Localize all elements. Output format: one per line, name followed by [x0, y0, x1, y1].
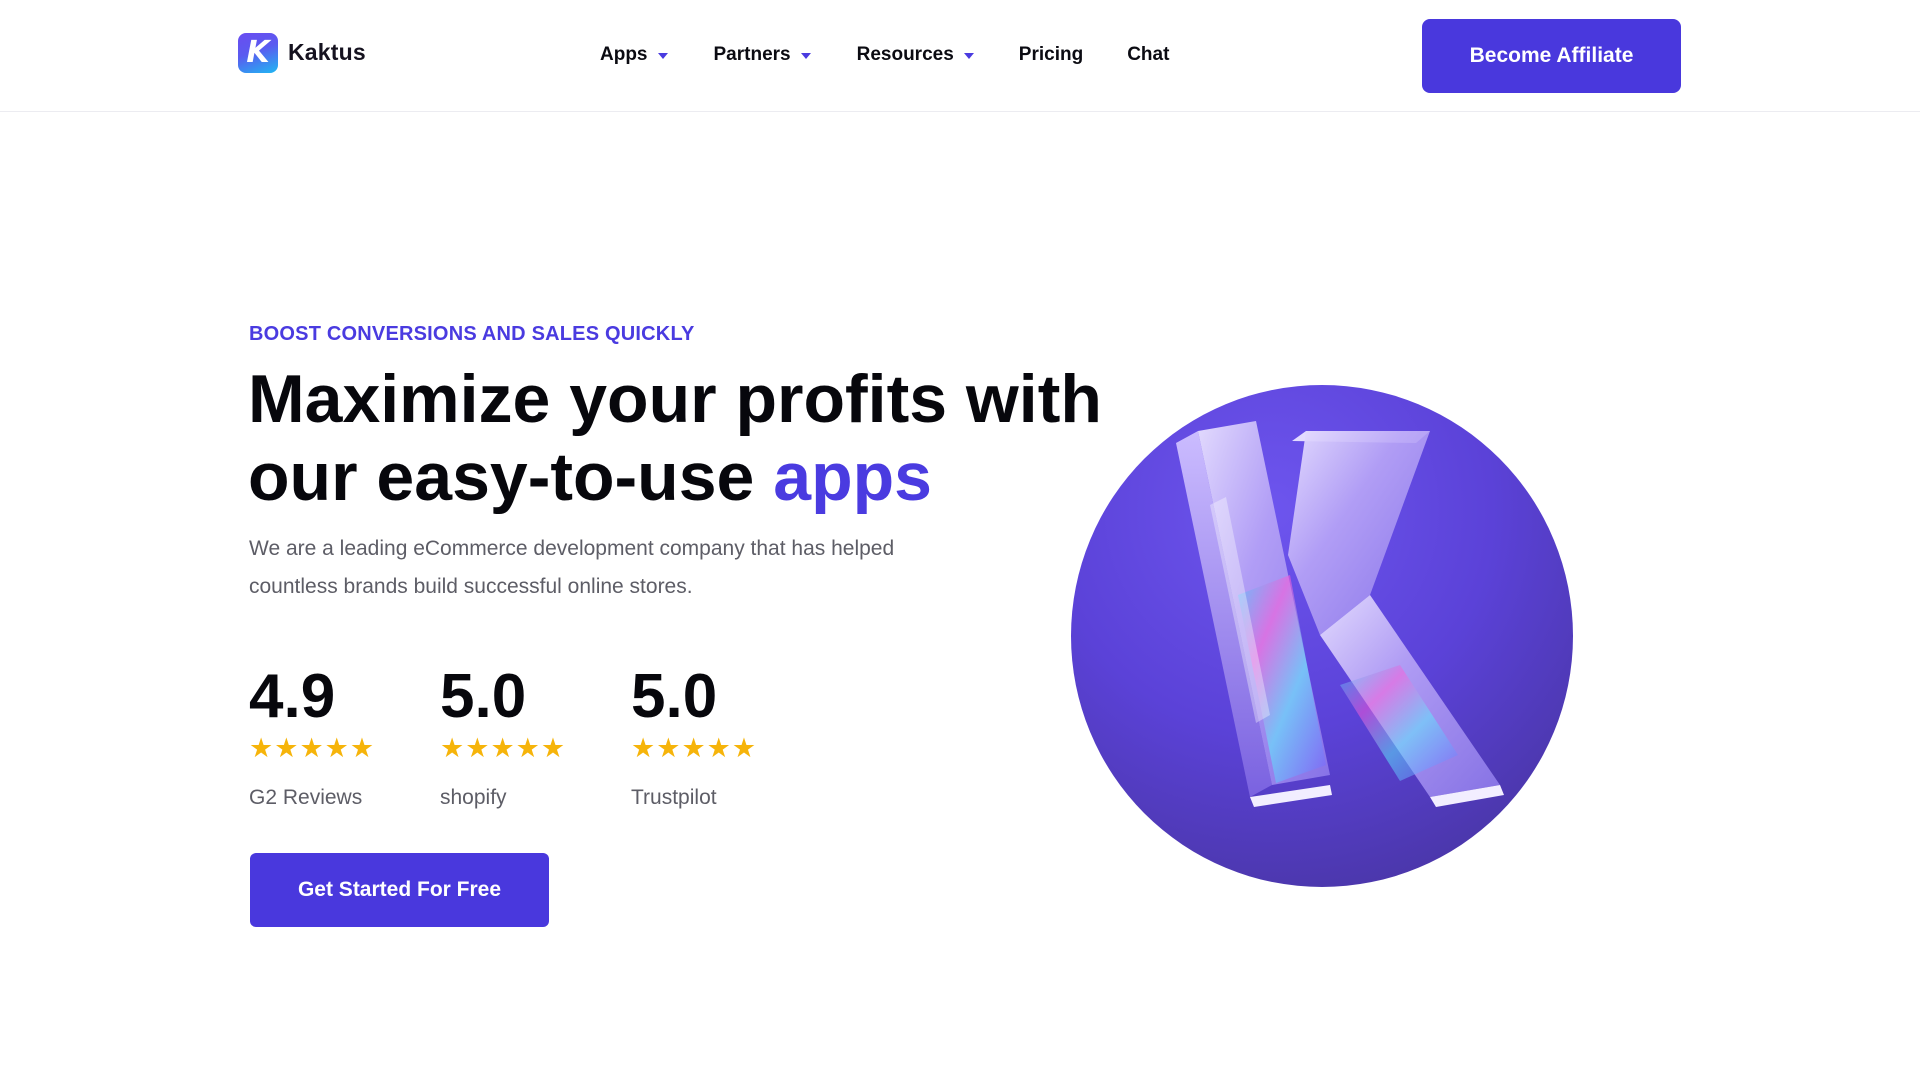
star-icon: ★ [490, 733, 515, 764]
logo-letter: K [246, 34, 270, 70]
caret-down-icon [963, 53, 974, 59]
star-icon: ★ [681, 733, 706, 764]
nav-item-label: Chat [1127, 44, 1170, 65]
rating-stars: ★ ★ ★ ★ ★ [631, 734, 822, 764]
nav-item-chat[interactable]: Chat [1127, 44, 1169, 66]
star-icon: ★ [540, 733, 566, 764]
nav-item-label: Resources [856, 44, 954, 65]
star-icon: ★ [656, 733, 681, 764]
nav-item-apps[interactable]: Apps [600, 44, 668, 66]
site-header: K Kaktus Apps Partners Resources Pricing… [0, 0, 1920, 112]
rating-g2: 4.9 ★ ★ ★ ★ ★ G2 Reviews [249, 662, 440, 810]
rating-trustpilot: 5.0 ★ ★ ★ ★ ★ Trustpilot [631, 662, 822, 810]
star-icon: ★ [349, 733, 375, 764]
star-icon: ★ [706, 733, 731, 764]
rating-stars: ★ ★ ★ ★ ★ [440, 734, 631, 764]
hero-illustration [1071, 385, 1573, 887]
hero-description: We are a leading eCommerce development c… [249, 537, 895, 598]
caret-down-icon [800, 53, 811, 59]
star-icon: ★ [631, 733, 656, 764]
star-icon: ★ [249, 733, 274, 764]
nav-item-label: Partners [713, 44, 791, 65]
rating-source: G2 Reviews [249, 786, 363, 809]
rating-source: Trustpilot [631, 786, 717, 809]
kaktus-logo-icon: K [238, 32, 278, 73]
nav-item-resources[interactable]: Resources [857, 44, 974, 66]
rating-score: 4.9 [249, 662, 336, 731]
rating-score: 5.0 [631, 662, 718, 731]
rating-shopify: 5.0 ★ ★ ★ ★ ★ shopify [440, 662, 631, 810]
hero-title-main: Maximize your profits with our easy-to-u… [248, 361, 1102, 515]
hero-title-accent: apps [773, 439, 932, 515]
rating-stars: ★ ★ ★ ★ ★ [249, 734, 440, 764]
logo-text: Kaktus [288, 39, 366, 65]
become-affiliate-button[interactable]: Become Affiliate [1422, 19, 1681, 93]
nav-item-pricing[interactable]: Pricing [1019, 44, 1083, 66]
star-icon: ★ [515, 733, 540, 764]
star-icon: ★ [274, 733, 299, 764]
brand-logo[interactable]: K Kaktus [238, 32, 366, 73]
nav-item-label: Apps [600, 44, 648, 65]
star-icon: ★ [465, 733, 490, 764]
rating-score: 5.0 [440, 662, 527, 731]
caret-down-icon [657, 53, 668, 59]
nav-item-label: Pricing [1018, 44, 1084, 65]
hero-title: Maximize your profits with our easy-to-u… [248, 360, 1148, 516]
star-icon: ★ [440, 733, 465, 764]
get-started-button[interactable]: Get Started For Free [250, 853, 549, 927]
rating-source: shopify [440, 786, 507, 809]
main-nav: Apps Partners Resources Pricing Chat [600, 40, 1169, 70]
star-icon: ★ [731, 733, 757, 764]
ratings-row: 4.9 ★ ★ ★ ★ ★ G2 Reviews 5.0 ★ ★ ★ ★ ★ s… [249, 662, 822, 810]
nav-item-partners[interactable]: Partners [714, 44, 811, 66]
star-icon: ★ [299, 733, 324, 764]
hero-eyebrow: BOOST CONVERSIONS AND SALES QUICKLY [249, 323, 695, 345]
star-icon: ★ [324, 733, 349, 764]
